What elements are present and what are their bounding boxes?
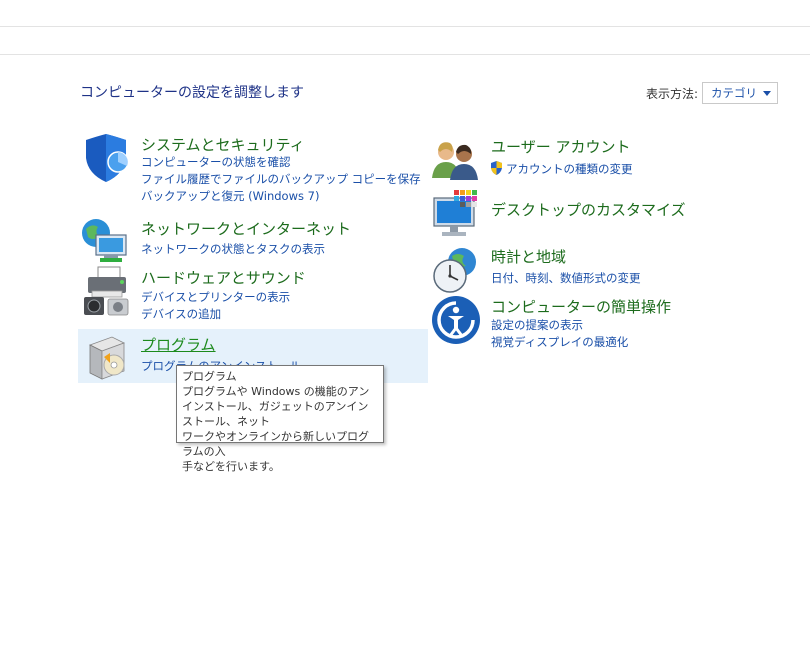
link-add-device[interactable]: デバイスの追加 [141, 306, 221, 322]
tooltip-line: 手などを行います。 [182, 460, 280, 473]
link-file-history[interactable]: ファイル履歴でファイルのバックアップ コピーを保存 [141, 171, 421, 187]
category-title-hardware[interactable]: ハードウェアとサウンド [141, 267, 306, 288]
category-hardware: ハードウェアとサウンド デバイスとプリンターの表示 デバイスの追加 [80, 265, 420, 323]
category-user-accounts: ユーザー アカウント アカウントの種類の変更 [430, 134, 760, 184]
link-date-time-format[interactable]: 日付、時刻、数値形式の変更 [491, 270, 641, 286]
category-system-security: システムとセキュリティ コンピューターの状態を確認 ファイル履歴でファイルのバッ… [80, 132, 421, 206]
programs-icon[interactable] [84, 333, 136, 385]
tooltip-line: ワークやオンラインから新しいプログラムの入 [182, 430, 369, 458]
category-title-programs[interactable]: プログラム [141, 334, 216, 355]
shield-icon[interactable] [80, 132, 132, 184]
view-by-value: カテゴリ [711, 86, 757, 100]
network-globe-icon[interactable] [80, 215, 132, 267]
uac-shield-icon [491, 161, 502, 175]
category-network: ネットワークとインターネット ネットワークの状態とタスクの表示 [80, 215, 420, 262]
category-title-access[interactable]: コンピューターの簡単操作 [491, 296, 671, 317]
link-network-status[interactable]: ネットワークの状態とタスクの表示 [141, 241, 325, 257]
link-check-status[interactable]: コンピューターの状態を確認 [141, 154, 291, 170]
link-devices-printers[interactable]: デバイスとプリンターの表示 [141, 289, 290, 305]
chevron-down-icon [763, 90, 771, 96]
tooltip-line: プログラムや Windows の機能のアンインストール、ガジェットのアンインスト… [182, 385, 370, 428]
category-ease-of-access: コンピューターの簡単操作 設定の提案の表示 視覚ディスプレイの最適化 [430, 294, 760, 350]
ease-of-access-icon[interactable] [430, 294, 482, 346]
printer-speaker-icon[interactable] [80, 265, 132, 317]
users-icon[interactable] [430, 134, 482, 186]
clock-globe-icon[interactable] [430, 244, 482, 296]
tooltip-programs: プログラム プログラムや Windows の機能のアンインストール、ガジェットの… [176, 365, 384, 473]
link-backup-restore[interactable]: バックアップと復元 (Windows 7) [141, 188, 319, 204]
view-by: 表示方法: カテゴリ [646, 82, 778, 104]
category-title-clock[interactable]: 時計と地域 [491, 246, 566, 267]
link-suggestions[interactable]: 設定の提案の表示 [491, 317, 583, 333]
link-change-account-type[interactable]: アカウントの種類の変更 [506, 161, 633, 177]
page-title: コンピューターの設定を調整します [80, 85, 304, 101]
view-by-label: 表示方法: [645, 86, 698, 101]
address-bar [0, 27, 810, 55]
view-by-select[interactable]: カテゴリ [702, 82, 778, 104]
window-top-bar [0, 0, 810, 27]
category-clock-region: 時計と地域 日付、時刻、数値形式の変更 [430, 244, 760, 293]
category-title-user[interactable]: ユーザー アカウント [491, 136, 630, 157]
link-optimize-display[interactable]: 視覚ディスプレイの最適化 [491, 334, 628, 350]
tooltip-line: プログラム [182, 370, 237, 383]
category-title-system[interactable]: システムとセキュリティ [141, 134, 305, 155]
category-desktop: デスクトップのカスタマイズ [430, 190, 760, 238]
desktop-customize-icon[interactable] [430, 190, 482, 242]
category-title-network[interactable]: ネットワークとインターネット [141, 218, 351, 239]
category-title-desktop[interactable]: デスクトップのカスタマイズ [491, 199, 686, 220]
